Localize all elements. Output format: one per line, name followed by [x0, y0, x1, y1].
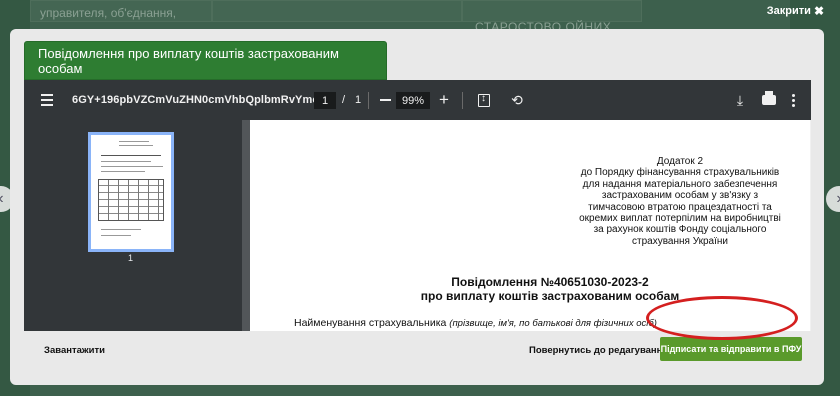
download-icon[interactable]: ⤓ [732, 80, 748, 120]
sign-and-send-button[interactable]: Підписати та відправити в ПФУ [660, 337, 802, 361]
page-number-input[interactable]: 1 [314, 92, 336, 109]
annex-block: Додаток 2 до Порядку фінансування страху… [560, 156, 800, 247]
print-icon[interactable] [760, 80, 778, 120]
annex-line: застрахованим особам у зв'язку з [601, 190, 759, 202]
menu-icon[interactable] [40, 80, 54, 120]
thumbnail-table [98, 179, 164, 221]
annex-line: тимчасовою втратою працездатності та [588, 201, 772, 213]
more-options-icon[interactable] [788, 80, 798, 120]
annex-line: окремих виплат потерпілим на виробництві [579, 213, 781, 225]
close-icon: ✖ [813, 4, 824, 18]
insurer-name-line: Найменування страхувальника (прізвище, і… [294, 317, 657, 329]
back-to-edit-link[interactable]: Повернутись до редагування [529, 345, 668, 356]
annex-line: за рахунок коштів Фонду соціального [593, 224, 767, 236]
pdf-toolbar: 6GY+196pbVZCmVuZHN0cmVhbQplbmRvYmoK... 1… [24, 80, 811, 120]
thumbnail-text-line [101, 171, 145, 172]
modal-title: Повідомлення про виплату коштів застрахо… [38, 45, 339, 76]
page-separator: / [342, 94, 346, 106]
annex-line: Додаток 2 [656, 156, 704, 167]
thumbnail-page-number: 1 [128, 253, 134, 263]
insurer-label: Найменування страхувальника [294, 317, 447, 329]
rotate-icon[interactable]: ⟲ [509, 80, 525, 120]
notice-title-line: Повідомлення №40651030-2023-2 [451, 275, 649, 289]
zoom-in-icon[interactable]: + [436, 80, 452, 120]
annex-line: до Порядку фінансування страхувальників [580, 167, 780, 179]
annex-line: для надання матеріального забезпечення [582, 178, 778, 190]
highlight-oval [646, 296, 798, 340]
document-name: 6GY+196pbVZCmVuZHN0cmVhbQplbmRvYmoK... [72, 94, 337, 106]
fit-to-page-icon[interactable] [476, 80, 492, 120]
close-label: Закрити [766, 5, 811, 17]
thumbnail-text-line [101, 155, 161, 156]
zoom-out-icon[interactable] [377, 80, 393, 120]
toolbar-divider [368, 92, 369, 109]
page-thumbnail[interactable] [88, 132, 174, 252]
page-total: 1 [355, 94, 362, 106]
thumbnail-text-line [101, 166, 163, 167]
download-link[interactable]: Завантажити [44, 345, 105, 356]
thumbnail-text-line [101, 161, 151, 162]
thumbnail-text-line [119, 145, 153, 146]
thumbnail-sidebar: 1 [24, 120, 242, 331]
modal-title-bar: Повідомлення про виплату коштів застрахо… [24, 41, 387, 80]
scrollbar[interactable] [810, 120, 811, 331]
annex-line: страхування України [632, 235, 728, 247]
thumbnail-text-line [119, 141, 149, 142]
thumbnail-text-line [101, 235, 131, 236]
pdf-viewer: 6GY+196pbVZCmVuZHN0cmVhbQplbmRvYmoK... 1… [24, 80, 811, 331]
close-button[interactable]: Закрити ✖ [767, 4, 824, 18]
toolbar-divider [462, 92, 463, 109]
thumbnail-text-line [101, 229, 141, 230]
zoom-input[interactable]: 99% [396, 92, 430, 109]
insurer-hint: (прізвище, ім'я, по батькові для фізични… [449, 318, 657, 329]
